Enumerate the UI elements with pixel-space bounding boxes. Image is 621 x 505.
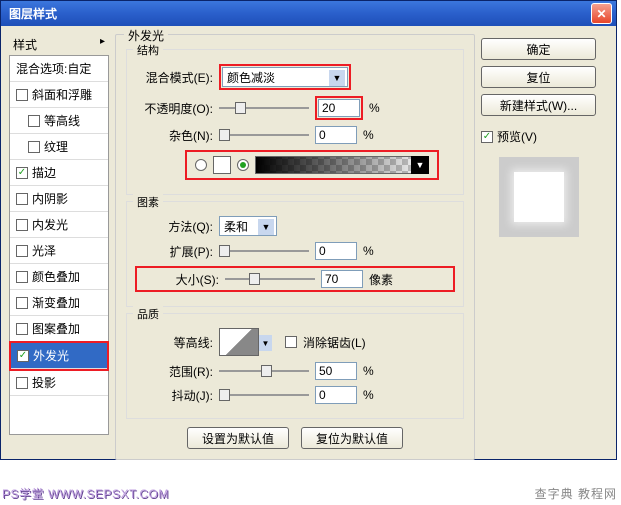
style-label: 图案叠加: [32, 320, 80, 337]
style-item-11[interactable]: 投影: [10, 370, 108, 396]
style-item-10[interactable]: ✓ 外发光: [11, 343, 107, 369]
antialias-label: 消除锯齿(L): [303, 334, 366, 351]
range-value[interactable]: 50: [315, 362, 357, 380]
solid-color-radio[interactable]: [195, 159, 207, 171]
style-item-0[interactable]: 斜面和浮雕: [10, 82, 108, 108]
set-default-button[interactable]: 设置为默认值: [187, 427, 289, 449]
range-slider[interactable]: [219, 362, 309, 380]
style-label: 外发光: [33, 347, 69, 364]
style-label: 斜面和浮雕: [32, 86, 92, 103]
style-item-6[interactable]: 光泽: [10, 238, 108, 264]
preview-thumbnail: [499, 157, 579, 237]
style-label: 纹理: [44, 138, 68, 155]
styles-panel-title: 样式▸: [9, 34, 109, 55]
size-slider[interactable]: [225, 270, 315, 288]
style-checkbox-3[interactable]: ✓: [16, 167, 28, 179]
style-label: 投影: [32, 374, 56, 391]
style-label: 内阴影: [32, 190, 68, 207]
style-item-4[interactable]: 内阴影: [10, 186, 108, 212]
noise-label: 杂色(N):: [135, 127, 213, 144]
style-item-7[interactable]: 颜色叠加: [10, 264, 108, 290]
new-style-button[interactable]: 新建样式(W)...: [481, 94, 596, 116]
color-swatch[interactable]: [213, 156, 231, 174]
style-checkbox-11[interactable]: [16, 377, 28, 389]
style-checkbox-8[interactable]: [16, 297, 28, 309]
style-label: 颜色叠加: [32, 268, 80, 285]
style-item-5[interactable]: 内发光: [10, 212, 108, 238]
layer-style-dialog: 图层样式 ✕ 样式▸ 混合选项:自定 斜面和浮雕等高线纹理 ✓ 描边内阴影内发光光泽…: [0, 0, 617, 460]
style-checkbox-9[interactable]: [16, 323, 28, 335]
cancel-button[interactable]: 复位: [481, 66, 596, 88]
spread-slider[interactable]: [219, 242, 309, 260]
style-checkbox-1[interactable]: [28, 115, 40, 127]
gradient-picker[interactable]: [255, 156, 429, 174]
antialias-checkbox[interactable]: [285, 336, 297, 348]
jitter-slider[interactable]: [219, 386, 309, 404]
titlebar-text: 图层样式: [9, 5, 591, 22]
style-item-3[interactable]: ✓ 描边: [10, 160, 108, 186]
contour-label: 等高线:: [135, 334, 213, 351]
style-item-2[interactable]: 纹理: [10, 134, 108, 160]
gradient-radio[interactable]: [237, 159, 249, 171]
style-item-8[interactable]: 渐变叠加: [10, 290, 108, 316]
spread-value[interactable]: 0: [315, 242, 357, 260]
method-combo[interactable]: 柔和: [219, 216, 277, 236]
size-label: 大小(S):: [141, 271, 219, 288]
style-label: 光泽: [32, 242, 56, 259]
opacity-label: 不透明度(O):: [135, 100, 213, 117]
style-item-1[interactable]: 等高线: [10, 108, 108, 134]
blend-options-row[interactable]: 混合选项:自定: [10, 56, 108, 82]
styles-list: 混合选项:自定 斜面和浮雕等高线纹理 ✓ 描边内阴影内发光光泽颜色叠加渐变叠加图案叠…: [9, 55, 109, 435]
quality-section: 品质 等高线: 消除锯齿(L) 范围(R): 50 %: [126, 313, 464, 419]
opacity-slider[interactable]: [219, 99, 309, 117]
structure-section: 结构 混合模式(E): 颜色减淡 不透明度(O): 20 %: [126, 49, 464, 195]
range-label: 范围(R):: [135, 363, 213, 380]
noise-slider[interactable]: [219, 126, 309, 144]
noise-value[interactable]: 0: [315, 126, 357, 144]
style-label: 内发光: [32, 216, 68, 233]
close-button[interactable]: ✕: [591, 3, 612, 24]
style-label: 渐变叠加: [32, 294, 80, 311]
style-checkbox-10[interactable]: ✓: [17, 350, 29, 362]
elements-section: 图素 方法(Q): 柔和 扩展(P): 0 % 大小(S): 70: [126, 201, 464, 307]
jitter-value[interactable]: 0: [315, 386, 357, 404]
titlebar[interactable]: 图层样式 ✕: [1, 1, 616, 26]
jitter-label: 抖动(J):: [135, 387, 213, 404]
contour-picker[interactable]: [219, 328, 259, 356]
style-item-9[interactable]: 图案叠加: [10, 316, 108, 342]
style-checkbox-5[interactable]: [16, 219, 28, 231]
style-checkbox-2[interactable]: [28, 141, 40, 153]
style-checkbox-6[interactable]: [16, 245, 28, 257]
style-checkbox-0[interactable]: [16, 89, 28, 101]
method-label: 方法(Q):: [135, 218, 213, 235]
watermark-left: PS学堂 WWW.SEPSXT.COM: [2, 485, 169, 502]
watermark-right: 查字典 教程网: [535, 485, 617, 502]
style-checkbox-7[interactable]: [16, 271, 28, 283]
spread-label: 扩展(P):: [135, 243, 213, 260]
outer-glow-panel: 外发光 结构 混合模式(E): 颜色减淡 不透明度(O):: [115, 34, 475, 460]
size-value[interactable]: 70: [321, 270, 363, 288]
blend-mode-combo[interactable]: 颜色减淡: [222, 67, 348, 87]
reset-default-button[interactable]: 复位为默认值: [301, 427, 403, 449]
opacity-value[interactable]: 20: [318, 99, 360, 117]
style-label: 描边: [32, 164, 56, 181]
preview-label: 预览(V): [497, 128, 537, 145]
style-checkbox-4[interactable]: [16, 193, 28, 205]
ok-button[interactable]: 确定: [481, 38, 596, 60]
style-label: 等高线: [44, 112, 80, 129]
blend-mode-label: 混合模式(E):: [135, 69, 213, 86]
preview-checkbox[interactable]: ✓: [481, 131, 493, 143]
